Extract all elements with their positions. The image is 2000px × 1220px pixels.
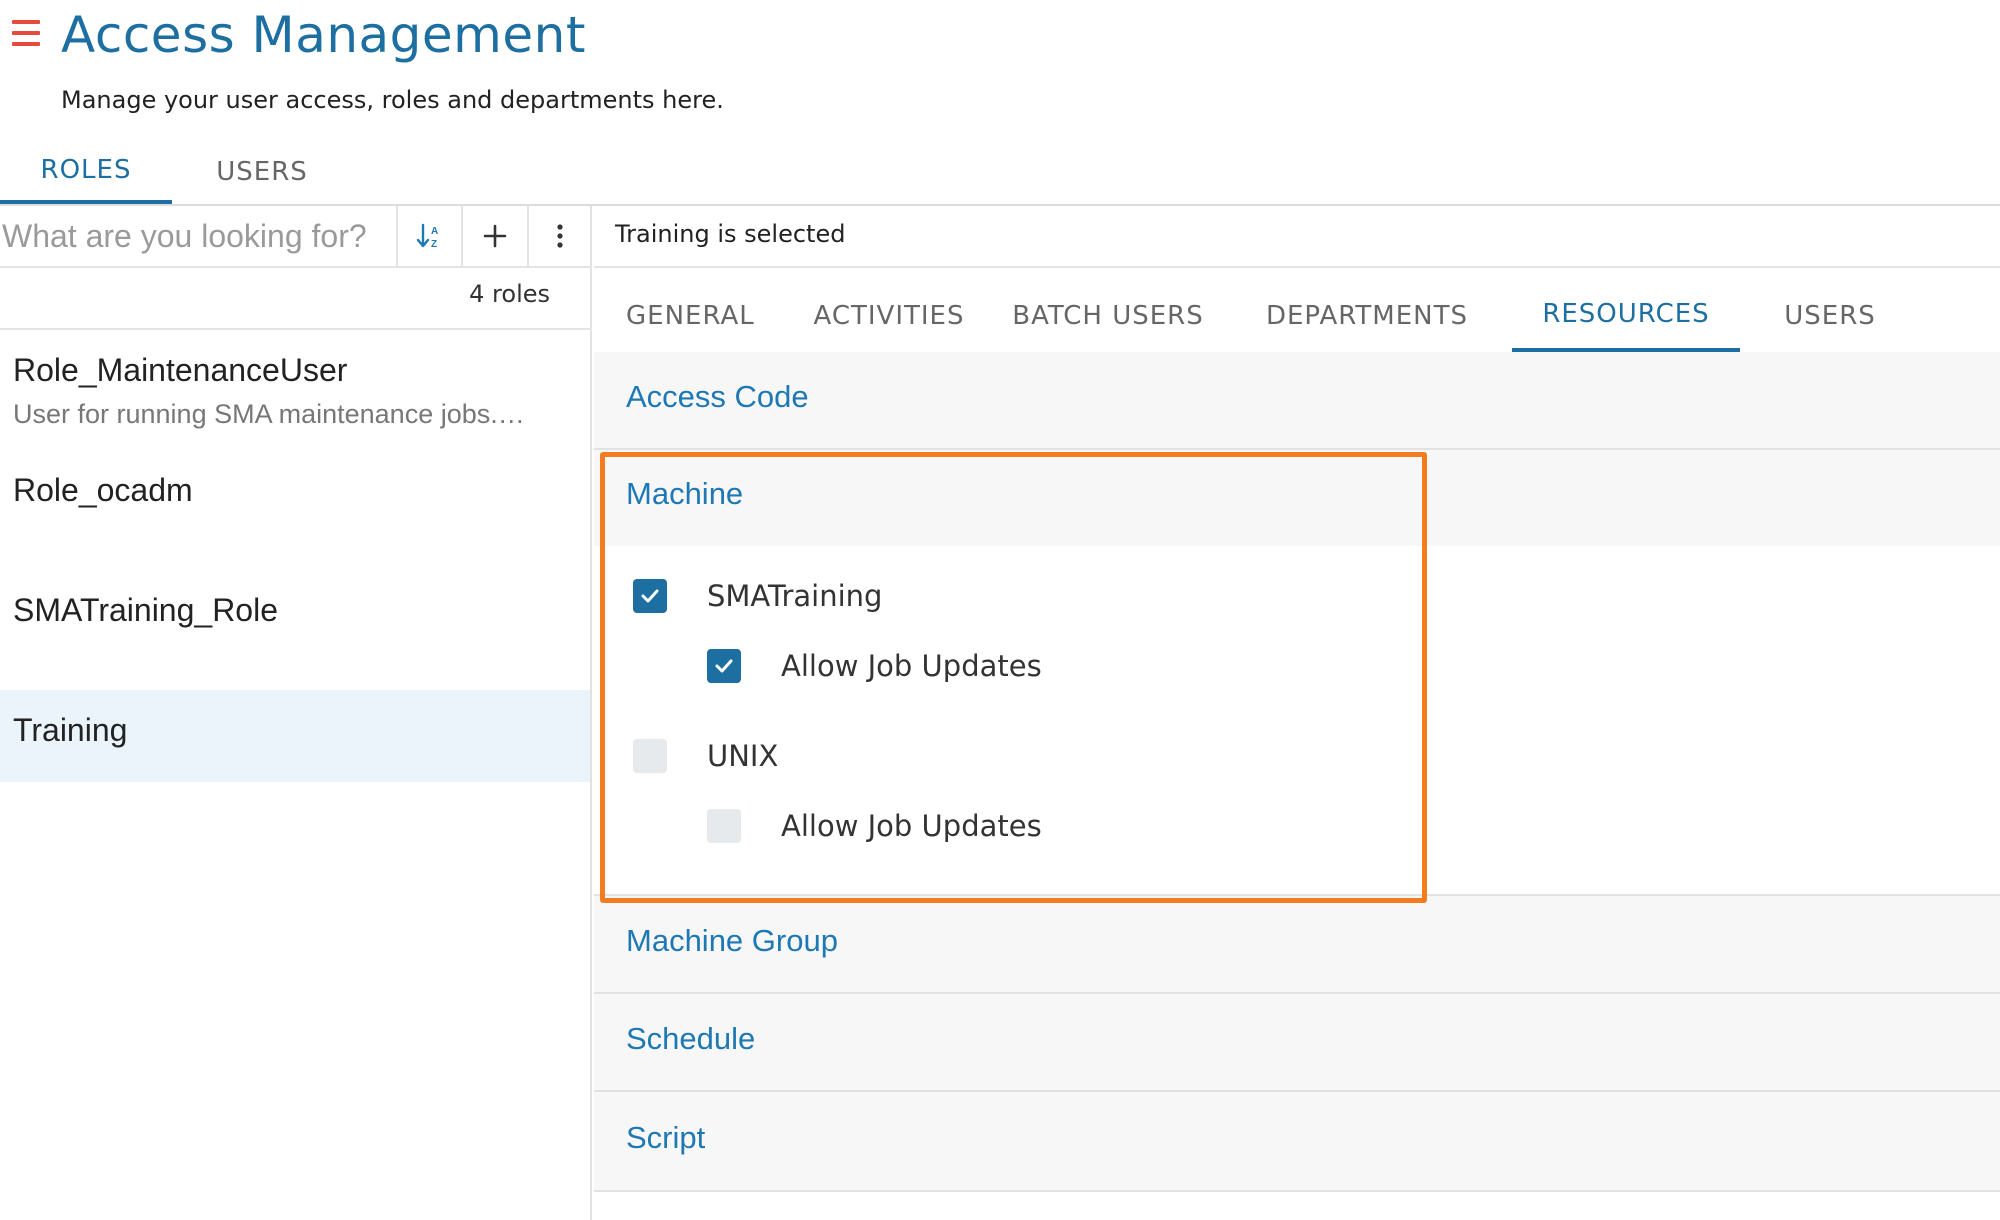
machine-checkbox-unix[interactable] (633, 739, 667, 773)
section-title-script[interactable]: Script (626, 1120, 705, 1156)
tab-roles[interactable]: ROLES (0, 140, 172, 204)
plus-icon (483, 224, 507, 248)
count-divider (0, 328, 592, 330)
more-options-button[interactable] (526, 206, 592, 266)
tab-activities[interactable]: ACTIVITIES (784, 280, 994, 352)
machine-item-unix: UNIX (633, 739, 778, 773)
role-count: 4 roles (469, 280, 550, 308)
selection-status: Training is selected (615, 220, 846, 248)
tab-users[interactable]: USERS (172, 140, 352, 204)
option-label: Allow Job Updates (781, 649, 1042, 683)
sort-az-icon: A Z (416, 223, 438, 250)
tab-batch-users[interactable]: BATCH USERS (994, 280, 1222, 352)
section-title-machine-group[interactable]: Machine Group (626, 923, 838, 959)
option-label: Allow Job Updates (781, 809, 1042, 843)
section-machine-group[interactable]: Machine Group (594, 896, 2000, 994)
role-description: User for running SMA maintenance jobs.… (13, 399, 525, 429)
search-input[interactable] (0, 206, 396, 266)
role-item-training[interactable]: Training (0, 690, 590, 782)
section-script[interactable]: Script (594, 1092, 2000, 1192)
tab-general[interactable]: GENERAL (594, 280, 784, 352)
machine-label: UNIX (707, 739, 779, 773)
sort-button[interactable]: A Z (396, 206, 461, 266)
section-machine[interactable]: Machine (594, 450, 2000, 546)
svg-text:Z: Z (431, 239, 437, 250)
checkmark-icon (715, 659, 733, 673)
checkmark-icon (641, 589, 659, 603)
roles-toolbar: A Z (0, 206, 592, 268)
role-item-maintenance-user[interactable]: Role_MaintenanceUser User for running SM… (0, 352, 590, 444)
role-name: SMATraining_Role (13, 592, 278, 628)
machine-option-allow-job-updates: Allow Job Updates (707, 649, 1042, 683)
menu-icon[interactable] (12, 20, 40, 46)
tab-resources[interactable]: RESOURCES (1512, 280, 1740, 352)
add-role-button[interactable] (461, 206, 526, 266)
machine-checkbox-smatraining[interactable] (633, 579, 667, 613)
page-title: Access Management (61, 6, 586, 64)
allow-job-updates-checkbox[interactable] (707, 809, 741, 843)
allow-job-updates-checkbox[interactable] (707, 649, 741, 683)
machine-resource-list: SMATraining Allow Job Updates UNIX Allow… (594, 546, 2000, 896)
tab-departments[interactable]: DEPARTMENTS (1222, 280, 1512, 352)
machine-option-allow-job-updates: Allow Job Updates (707, 809, 1042, 843)
machine-label: SMATraining (707, 579, 883, 613)
section-title-machine[interactable]: Machine (626, 476, 743, 512)
role-item-smatraining-role[interactable]: SMATraining_Role (0, 592, 590, 684)
more-vertical-icon (557, 224, 563, 248)
detail-tabs: GENERAL ACTIVITIES BATCH USERS DEPARTMEN… (594, 280, 1920, 352)
tab-users-detail[interactable]: USERS (1740, 280, 1920, 352)
section-access-code[interactable]: Access Code (594, 352, 2000, 450)
section-title-access-code[interactable]: Access Code (626, 379, 809, 415)
role-name: Role_ocadm (13, 472, 193, 508)
role-name: Role_MaintenanceUser (13, 352, 348, 388)
page-subtitle: Manage your user access, roles and depar… (61, 86, 724, 114)
status-divider (594, 266, 2000, 268)
role-name: Training (13, 712, 128, 748)
roles-panel: A Z 4 roles Role_MaintenanceUser User fo… (0, 206, 592, 1220)
machine-item-smatraining: SMATraining (633, 579, 882, 613)
main-tabs: ROLES USERS (0, 140, 352, 204)
section-schedule[interactable]: Schedule (594, 994, 2000, 1092)
section-title-schedule[interactable]: Schedule (626, 1021, 755, 1057)
role-item-ocadm[interactable]: Role_ocadm (0, 472, 590, 564)
svg-text:A: A (431, 226, 438, 237)
